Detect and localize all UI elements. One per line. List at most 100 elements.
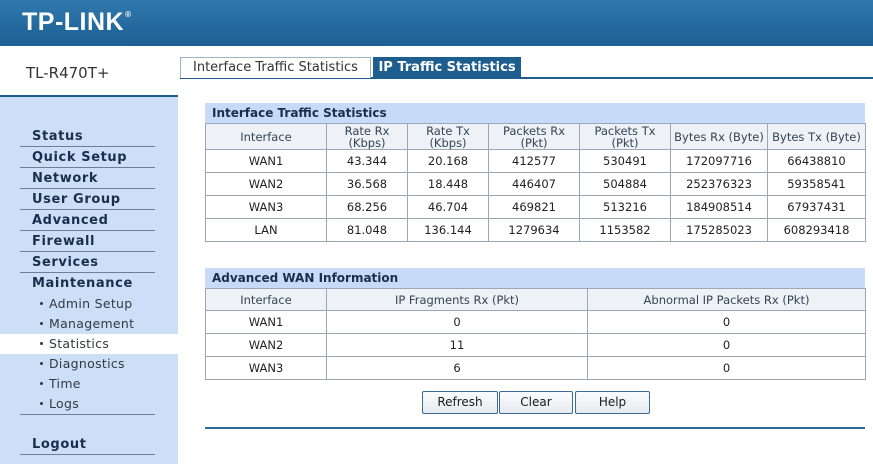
brand-logo-text: TP-LINK	[22, 8, 125, 36]
table-cell: 530491	[579, 149, 671, 173]
sidebar-item-quick-setup[interactable]: Quick Setup	[20, 148, 155, 168]
column-header: Packets Tx (Pkt)	[579, 123, 671, 150]
table-header-row: Interface Rate Rx (Kbps) Rate Tx (Kbps) Packe…	[205, 123, 866, 150]
tab-interface-traffic[interactable]: Interface Traffic Statistics	[180, 57, 371, 78]
table-cell: 1279634	[488, 218, 580, 242]
column-header: Bytes Rx (Byte)	[670, 123, 768, 150]
traffic-table: Interface Rate Rx (Kbps) Rate Tx (Kbps) Packe…	[205, 123, 866, 242]
table-cell: 67937431	[767, 195, 866, 219]
sidebar-subitem-diagnostics[interactable]: Diagnostics	[40, 354, 125, 374]
column-header-line: Bytes Rx (Byte)	[674, 129, 764, 144]
model-box: TL-R470T+	[0, 46, 178, 97]
column-header-line: Rate Rx	[344, 123, 390, 138]
bullet-icon	[40, 362, 43, 365]
sidebar-subitem-logs[interactable]: Logs	[40, 394, 79, 414]
footer-divider	[205, 427, 865, 429]
table-row: LAN 81.048 136.144 1279634 1153582 175285023 6…	[205, 218, 866, 242]
sidebar-subitem-management[interactable]: Management	[40, 314, 134, 334]
clear-button[interactable]: Clear	[499, 391, 573, 414]
table-cell: 469821	[488, 195, 580, 219]
table-cell: 252376323	[670, 172, 768, 196]
column-header-line: Bytes Tx (Byte)	[772, 129, 861, 144]
table-cell: 0	[587, 333, 866, 357]
tab-bar: Interface Traffic Statistics IP Traffic …	[180, 57, 873, 79]
sidebar-item-status[interactable]: Status	[20, 127, 155, 147]
table-row: WAN2 11 0	[205, 333, 866, 357]
table-row: WAN1 43.344 20.168 412577 530491 172097716 664…	[205, 149, 866, 173]
column-header: Rate Rx (Kbps)	[326, 123, 408, 150]
bullet-icon	[40, 342, 43, 345]
table-cell: WAN3	[205, 356, 327, 380]
column-header: Interface	[205, 123, 327, 150]
column-header-line: (Kbps)	[348, 135, 386, 150]
table-cell: 81.048	[326, 218, 408, 242]
table-cell: WAN2	[205, 172, 327, 196]
table-cell: 0	[587, 310, 866, 334]
table-cell: 46.704	[407, 195, 489, 219]
column-header: Interface	[205, 288, 327, 311]
table-cell: 59358541	[767, 172, 866, 196]
table-cell: 172097716	[670, 149, 768, 173]
sidebar-subitem-admin-setup[interactable]: Admin Setup	[40, 294, 133, 314]
refresh-button[interactable]: Refresh	[422, 391, 498, 414]
column-header-line: Interface	[240, 129, 292, 144]
column-header-line: (Kbps)	[429, 135, 467, 150]
table-cell: 175285023	[670, 218, 768, 242]
table-cell: 608293418	[767, 218, 866, 242]
table-cell: 0	[587, 356, 866, 380]
table-cell: 446407	[488, 172, 580, 196]
subitem-label: Logs	[49, 396, 80, 411]
table-cell: 11	[326, 333, 588, 357]
column-header: IP Fragments Rx (Pkt)	[326, 288, 588, 311]
sidebar-item-advanced[interactable]: Advanced	[20, 211, 155, 231]
table-cell: 184908514	[670, 195, 768, 219]
column-header: Abnormal IP Packets Rx (Pkt)	[587, 288, 866, 311]
table-cell: 136.144	[407, 218, 489, 242]
table-cell: WAN1	[205, 310, 327, 334]
column-header: Rate Tx (Kbps)	[407, 123, 489, 150]
tab-ip-traffic[interactable]: IP Traffic Statistics	[373, 57, 521, 78]
column-header-line: Rate Tx	[426, 123, 470, 138]
column-header: Bytes Tx (Byte)	[767, 123, 866, 150]
table-cell: 513216	[579, 195, 671, 219]
column-header-line: Packets Rx	[502, 123, 566, 138]
subitem-label: Diagnostics	[49, 356, 125, 371]
table-row: WAN3 6 0	[205, 356, 866, 380]
subitem-label: Statistics	[49, 336, 110, 351]
table-cell: 1153582	[579, 218, 671, 242]
table-cell: 6	[326, 356, 588, 380]
bullet-icon	[40, 302, 43, 305]
sidebar-item-user-group[interactable]: User Group	[20, 190, 155, 210]
table-cell: WAN3	[205, 195, 327, 219]
sidebar: Status Quick Setup Network User Group Ad…	[0, 97, 178, 464]
table-row: WAN2 36.568 18.448 446407 504884 252376323 593…	[205, 172, 866, 196]
table-cell: WAN2	[205, 333, 327, 357]
subitem-label: Time	[49, 376, 81, 391]
wan-info-table: Interface IP Fragments Rx (Pkt) Abnormal I…	[205, 288, 866, 380]
table-cell: 66438810	[767, 149, 866, 173]
traffic-table-body: WAN1 43.344 20.168 412577 530491 172097716 664…	[205, 149, 866, 242]
sidebar-item-logout[interactable]: Logout	[20, 435, 155, 455]
table-cell: 18.448	[407, 172, 489, 196]
bullet-icon	[40, 322, 43, 325]
table-cell: WAN1	[205, 149, 327, 173]
table-cell: 0	[326, 310, 588, 334]
table-cell: 412577	[488, 149, 580, 173]
subitem-label: Admin Setup	[49, 296, 133, 311]
sidebar-item-firewall[interactable]: Firewall	[20, 232, 155, 252]
sidebar-item-maintenance[interactable]: Maintenance	[20, 274, 155, 294]
main-content: Interface Traffic Statistics Interface Ra…	[205, 103, 866, 380]
table-cell: 20.168	[407, 149, 489, 173]
bullet-icon	[40, 382, 43, 385]
button-row: Refresh Clear Help	[205, 391, 865, 414]
brand-logo: TP-LINK®	[22, 8, 132, 37]
sidebar-item-services[interactable]: Services	[20, 253, 155, 273]
table-row: WAN3 68.256 46.704 469821 513216 184908514 679…	[205, 195, 866, 219]
sidebar-item-network[interactable]: Network	[20, 169, 155, 189]
sidebar-subitem-statistics[interactable]: Statistics	[40, 334, 109, 354]
table-cell: 43.344	[326, 149, 408, 173]
sidebar-subitem-time[interactable]: Time	[40, 374, 81, 394]
table-row: WAN1 0 0	[205, 310, 866, 334]
section-title-traffic: Interface Traffic Statistics	[205, 103, 865, 123]
help-button[interactable]: Help	[575, 391, 650, 414]
